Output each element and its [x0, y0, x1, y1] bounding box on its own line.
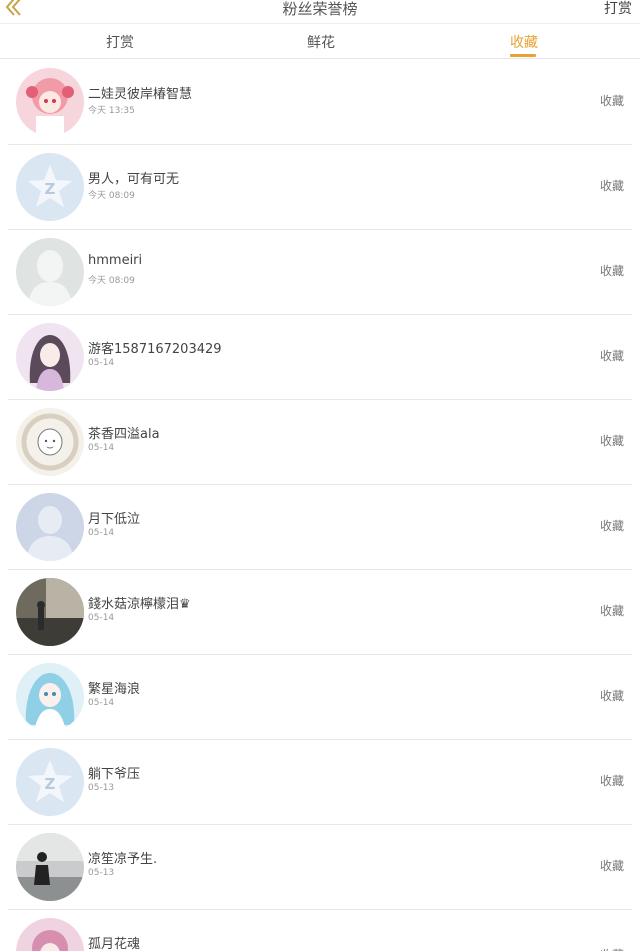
user-name: 月下低泣	[88, 512, 141, 527]
avatar	[16, 918, 84, 951]
user-name: 凉笙凉予生.	[88, 852, 158, 867]
tab-flowers[interactable]: 鲜花	[307, 32, 335, 52]
favorite-label: 收藏	[599, 94, 624, 108]
svg-text:Z: Z	[45, 775, 56, 793]
user-name: 茶香四溢ala	[88, 427, 160, 442]
favorite-label: 收藏	[599, 519, 624, 533]
list-item[interactable]: 孤月花魂 收藏	[8, 910, 632, 951]
qq-default-avatar-icon: Z	[16, 153, 84, 221]
user-name: 躺下爷压	[88, 767, 141, 782]
anime-girl-purple-avatar-icon	[16, 323, 84, 391]
anime-girl-pink-avatar-icon	[16, 68, 84, 136]
user-name: 錢水菇涼檸檬泪♛	[88, 597, 191, 612]
avatar	[16, 238, 84, 306]
list-item[interactable]: Z 躺下爷压 05-13 收藏	[8, 740, 632, 825]
list-item[interactable]: 茶香四溢ala 05-14 收藏	[8, 400, 632, 485]
timestamp: 05-14	[88, 528, 115, 538]
list-item[interactable]: 錢水菇涼檸檬泪♛ 05-14 收藏	[8, 570, 632, 655]
tab-bar: 打赏 鲜花 收藏	[0, 25, 640, 59]
tab-reward[interactable]: 打赏	[106, 32, 134, 52]
sketch-character-avatar-icon	[16, 408, 84, 476]
timestamp: 今天 13:35	[88, 106, 135, 116]
top-bar: 粉丝荣誉榜 打赏	[0, 0, 640, 24]
active-tab-indicator	[510, 54, 536, 57]
avatar	[16, 323, 84, 391]
list-item[interactable]: 游客1587167203429 05-14 收藏	[8, 315, 632, 400]
anime-girl-blue-avatar-icon	[16, 663, 84, 731]
favorite-label: 收藏	[599, 179, 624, 193]
timestamp: 今天 08:09	[88, 191, 135, 201]
user-name: 孤月花魂	[88, 937, 141, 951]
page-title: 粉丝荣誉榜	[282, 0, 358, 18]
favorite-label: 收藏	[599, 349, 624, 363]
user-name: 繁星海浪	[88, 682, 141, 697]
default-person-avatar-icon	[16, 493, 84, 561]
timestamp: 05-14	[88, 613, 115, 623]
tab-favorites[interactable]: 收藏	[510, 32, 538, 52]
default-silhouette-avatar-icon	[16, 238, 84, 306]
photo-bw-avatar-icon	[16, 833, 84, 901]
favorite-label: 收藏	[599, 604, 624, 618]
reward-button[interactable]: 打赏	[604, 0, 632, 18]
list-item[interactable]: Z 男人，可有可无 今天 08:09 收藏	[8, 145, 632, 230]
favorite-label: 收藏	[599, 859, 624, 873]
anime-girl-pink-avatar-icon	[16, 918, 84, 951]
user-name: 游客1587167203429	[88, 342, 222, 357]
timestamp: 今天 08:09	[88, 276, 135, 286]
timestamp: 05-14	[88, 698, 115, 708]
list-item[interactable]: hmmeiri 今天 08:09 收藏	[8, 230, 632, 315]
timestamp: 05-14	[88, 358, 115, 368]
favorite-label: 收藏	[599, 434, 624, 448]
photo-dark-avatar-icon	[16, 578, 84, 646]
qq-default-avatar-icon: Z	[16, 748, 84, 816]
svg-text:Z: Z	[45, 180, 56, 198]
timestamp: 05-13	[88, 783, 115, 793]
user-name: 二娃灵彼岸椿智慧	[88, 87, 193, 102]
avatar: Z	[16, 748, 84, 816]
favorite-label: 收藏	[599, 264, 624, 278]
avatar: Z	[16, 153, 84, 221]
list-item[interactable]: 月下低泣 05-14 收藏	[8, 485, 632, 570]
timestamp: 05-13	[88, 868, 115, 878]
user-name: 男人，可有可无	[88, 172, 180, 187]
favorite-label: 收藏	[599, 774, 624, 788]
timestamp: 05-14	[88, 443, 115, 453]
user-name: hmmeiri	[88, 253, 143, 268]
list-item[interactable]: 二娃灵彼岸椿智慧 今天 13:35 收藏	[8, 60, 632, 145]
list-item[interactable]: 繁星海浪 05-14 收藏	[8, 655, 632, 740]
favorite-label: 收藏	[599, 689, 624, 703]
favorite-label: 收藏	[600, 946, 624, 951]
avatar	[16, 663, 84, 731]
avatar	[16, 493, 84, 561]
list-item[interactable]: 凉笙凉予生. 05-13 收藏	[8, 825, 632, 910]
avatar	[16, 578, 84, 646]
avatar	[16, 833, 84, 901]
avatar	[16, 408, 84, 476]
avatar	[16, 68, 84, 136]
